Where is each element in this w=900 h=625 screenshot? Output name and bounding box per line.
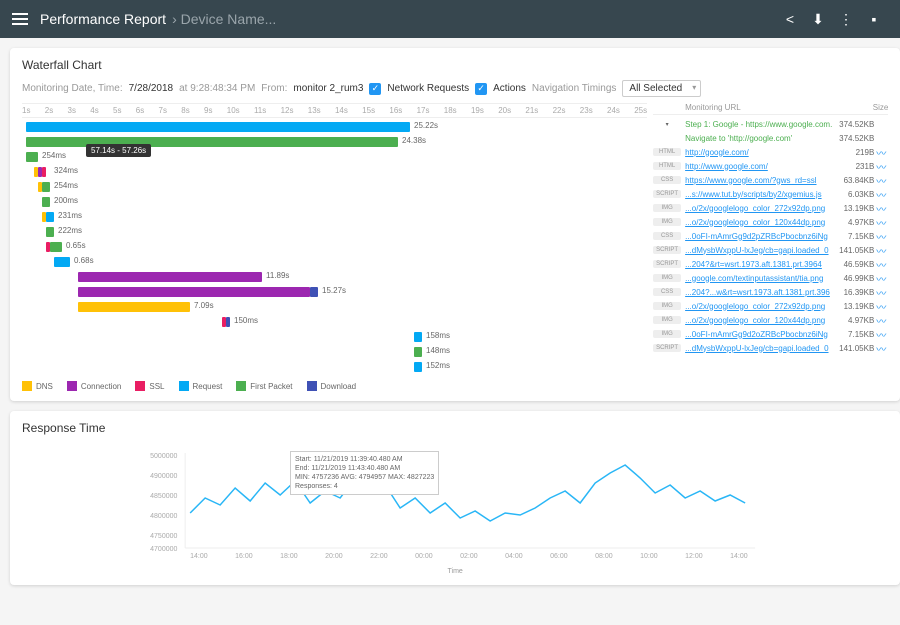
checkbox-actions[interactable]: ✓ [475, 83, 487, 95]
waterfall-bar-row[interactable]: 25.22s [22, 120, 647, 134]
waterfall-table: Monitoring URL Size ▾Step 1: Google - ht… [653, 103, 888, 375]
nav-timings-select[interactable]: All Selected [622, 80, 701, 97]
svg-text:02:00: 02:00 [460, 553, 478, 560]
url-row[interactable]: css...0oFI-mAmrGg9d2pZRBcPbocbnz6iNg7.15… [653, 229, 888, 243]
url-row[interactable]: img...o/2x/googlelogo_color_272x92dp.png… [653, 201, 888, 215]
svg-text:00:00: 00:00 [415, 553, 433, 560]
waterfall-bar-row[interactable]: 150ms [22, 315, 647, 329]
svg-text:14:00: 14:00 [190, 553, 208, 560]
response-time-card: Response Time 5000000 4900000 4850000 48… [10, 411, 900, 585]
response-line-chart[interactable]: 5000000 4900000 4850000 4800000 4750000 … [22, 443, 888, 563]
waterfall-card: Waterfall Chart Monitoring Date, Time: 7… [10, 48, 900, 401]
waterfall-bar-row[interactable]: 231ms [22, 210, 647, 224]
url-row[interactable]: script...204?&rt=wsrt.1973.aft.1381.prt.… [653, 257, 888, 271]
response-title: Response Time [22, 421, 888, 435]
svg-text:20:00: 20:00 [325, 553, 343, 560]
checkbox-network[interactable]: ✓ [369, 83, 381, 95]
waterfall-bar-row[interactable]: 324ms [22, 165, 647, 179]
waterfall-bar-row[interactable]: 222ms [22, 225, 647, 239]
timeline-axis: 1s2s3s4s5s6s7s8s9s10s11s12s13s14s15s16s1… [22, 103, 647, 118]
waterfall-bar-row[interactable]: 152ms [22, 360, 647, 374]
svg-text:04:00: 04:00 [505, 553, 523, 560]
svg-text:4750000: 4750000 [150, 533, 177, 540]
svg-text:06:00: 06:00 [550, 553, 568, 560]
waterfall-bar-row[interactable]: 254ms [22, 180, 647, 194]
menu-icon[interactable] [12, 13, 28, 25]
url-row[interactable]: Navigate to 'http://google.com'374.52KB [653, 131, 888, 145]
url-row[interactable]: ▾Step 1: Google - https://www.google.com… [653, 117, 888, 131]
waterfall-toolbar: Monitoring Date, Time: 7/28/2018 at 9:28… [22, 80, 888, 97]
svg-text:4900000: 4900000 [150, 473, 177, 480]
url-row[interactable]: img...0oFI-mAmrGg9d2oZRBcPbocbnz6iNg7.15… [653, 327, 888, 341]
svg-text:14:00: 14:00 [730, 553, 748, 560]
url-row[interactable]: script...dMysbWxppU-lxJeg/cb=gapi.loaded… [653, 341, 888, 355]
waterfall-title: Waterfall Chart [22, 58, 888, 72]
url-row[interactable]: css...204?...w&rt=wsrt.1973.aft.1381.prt… [653, 285, 888, 299]
waterfall-legend: DNSConnectionSSLRequestFirst PacketDownl… [22, 381, 888, 391]
waterfall-bar-row[interactable]: 11.89s [22, 270, 647, 284]
url-row[interactable]: htmlhttp://www.google.com/231B〰 [653, 159, 888, 173]
url-row[interactable]: img...o/2x/googlelogo_color_272x92dp.png… [653, 299, 888, 313]
svg-text:16:00: 16:00 [235, 553, 253, 560]
svg-text:12:00: 12:00 [685, 553, 703, 560]
url-row[interactable]: img...o/2x/googlelogo_color_120x44dp.png… [653, 215, 888, 229]
waterfall-tooltip: 57.14s - 57.26s [86, 144, 151, 157]
url-row[interactable]: htmlhttp://google.com/219B〰 [653, 145, 888, 159]
waterfall-bar-row[interactable]: 15.27s [22, 285, 647, 299]
url-row[interactable]: img...o/2x/googlelogo_color_120x44dp.png… [653, 313, 888, 327]
waterfall-bar-row[interactable]: 158ms [22, 330, 647, 344]
waterfall-bar-row[interactable]: 7.09s [22, 300, 647, 314]
svg-text:4850000: 4850000 [150, 493, 177, 500]
svg-text:08:00: 08:00 [595, 553, 613, 560]
url-row[interactable]: script...dMysbWxppU-lxJeg/cb=gapi.loaded… [653, 243, 888, 257]
waterfall-bar-row[interactable]: 148ms [22, 345, 647, 359]
url-row[interactable]: csshttps://www.google.com/?gws_rd=ssl63.… [653, 173, 888, 187]
page-title: Performance Report [40, 11, 166, 27]
more-icon[interactable]: ⋮ [832, 11, 860, 28]
svg-text:22:00: 22:00 [370, 553, 388, 560]
svg-text:10:00: 10:00 [640, 553, 658, 560]
breadcrumb[interactable]: Device Name... [172, 11, 276, 27]
response-tooltip: Start: 11/21/2019 11:39:40.480 AM End: 1… [290, 451, 439, 495]
url-row[interactable]: script...s://www.tut.by/scripts/by2/xgem… [653, 187, 888, 201]
waterfall-bar-row[interactable]: 0.68s [22, 255, 647, 269]
svg-text:4800000: 4800000 [150, 513, 177, 520]
waterfall-bar-row[interactable]: 0.65s [22, 240, 647, 254]
svg-text:18:00: 18:00 [280, 553, 298, 560]
share-icon[interactable]: < [776, 11, 804, 27]
chat-icon[interactable]: ▪ [860, 11, 888, 27]
svg-text:5000000: 5000000 [150, 453, 177, 460]
svg-text:4700000: 4700000 [150, 546, 177, 553]
download-icon[interactable]: ⬇ [804, 11, 832, 28]
waterfall-bar-row[interactable]: 200ms [22, 195, 647, 209]
url-row[interactable]: img...google.com/textinputassistant/tia.… [653, 271, 888, 285]
topbar: Performance Report Device Name... < ⬇ ⋮ … [0, 0, 900, 38]
